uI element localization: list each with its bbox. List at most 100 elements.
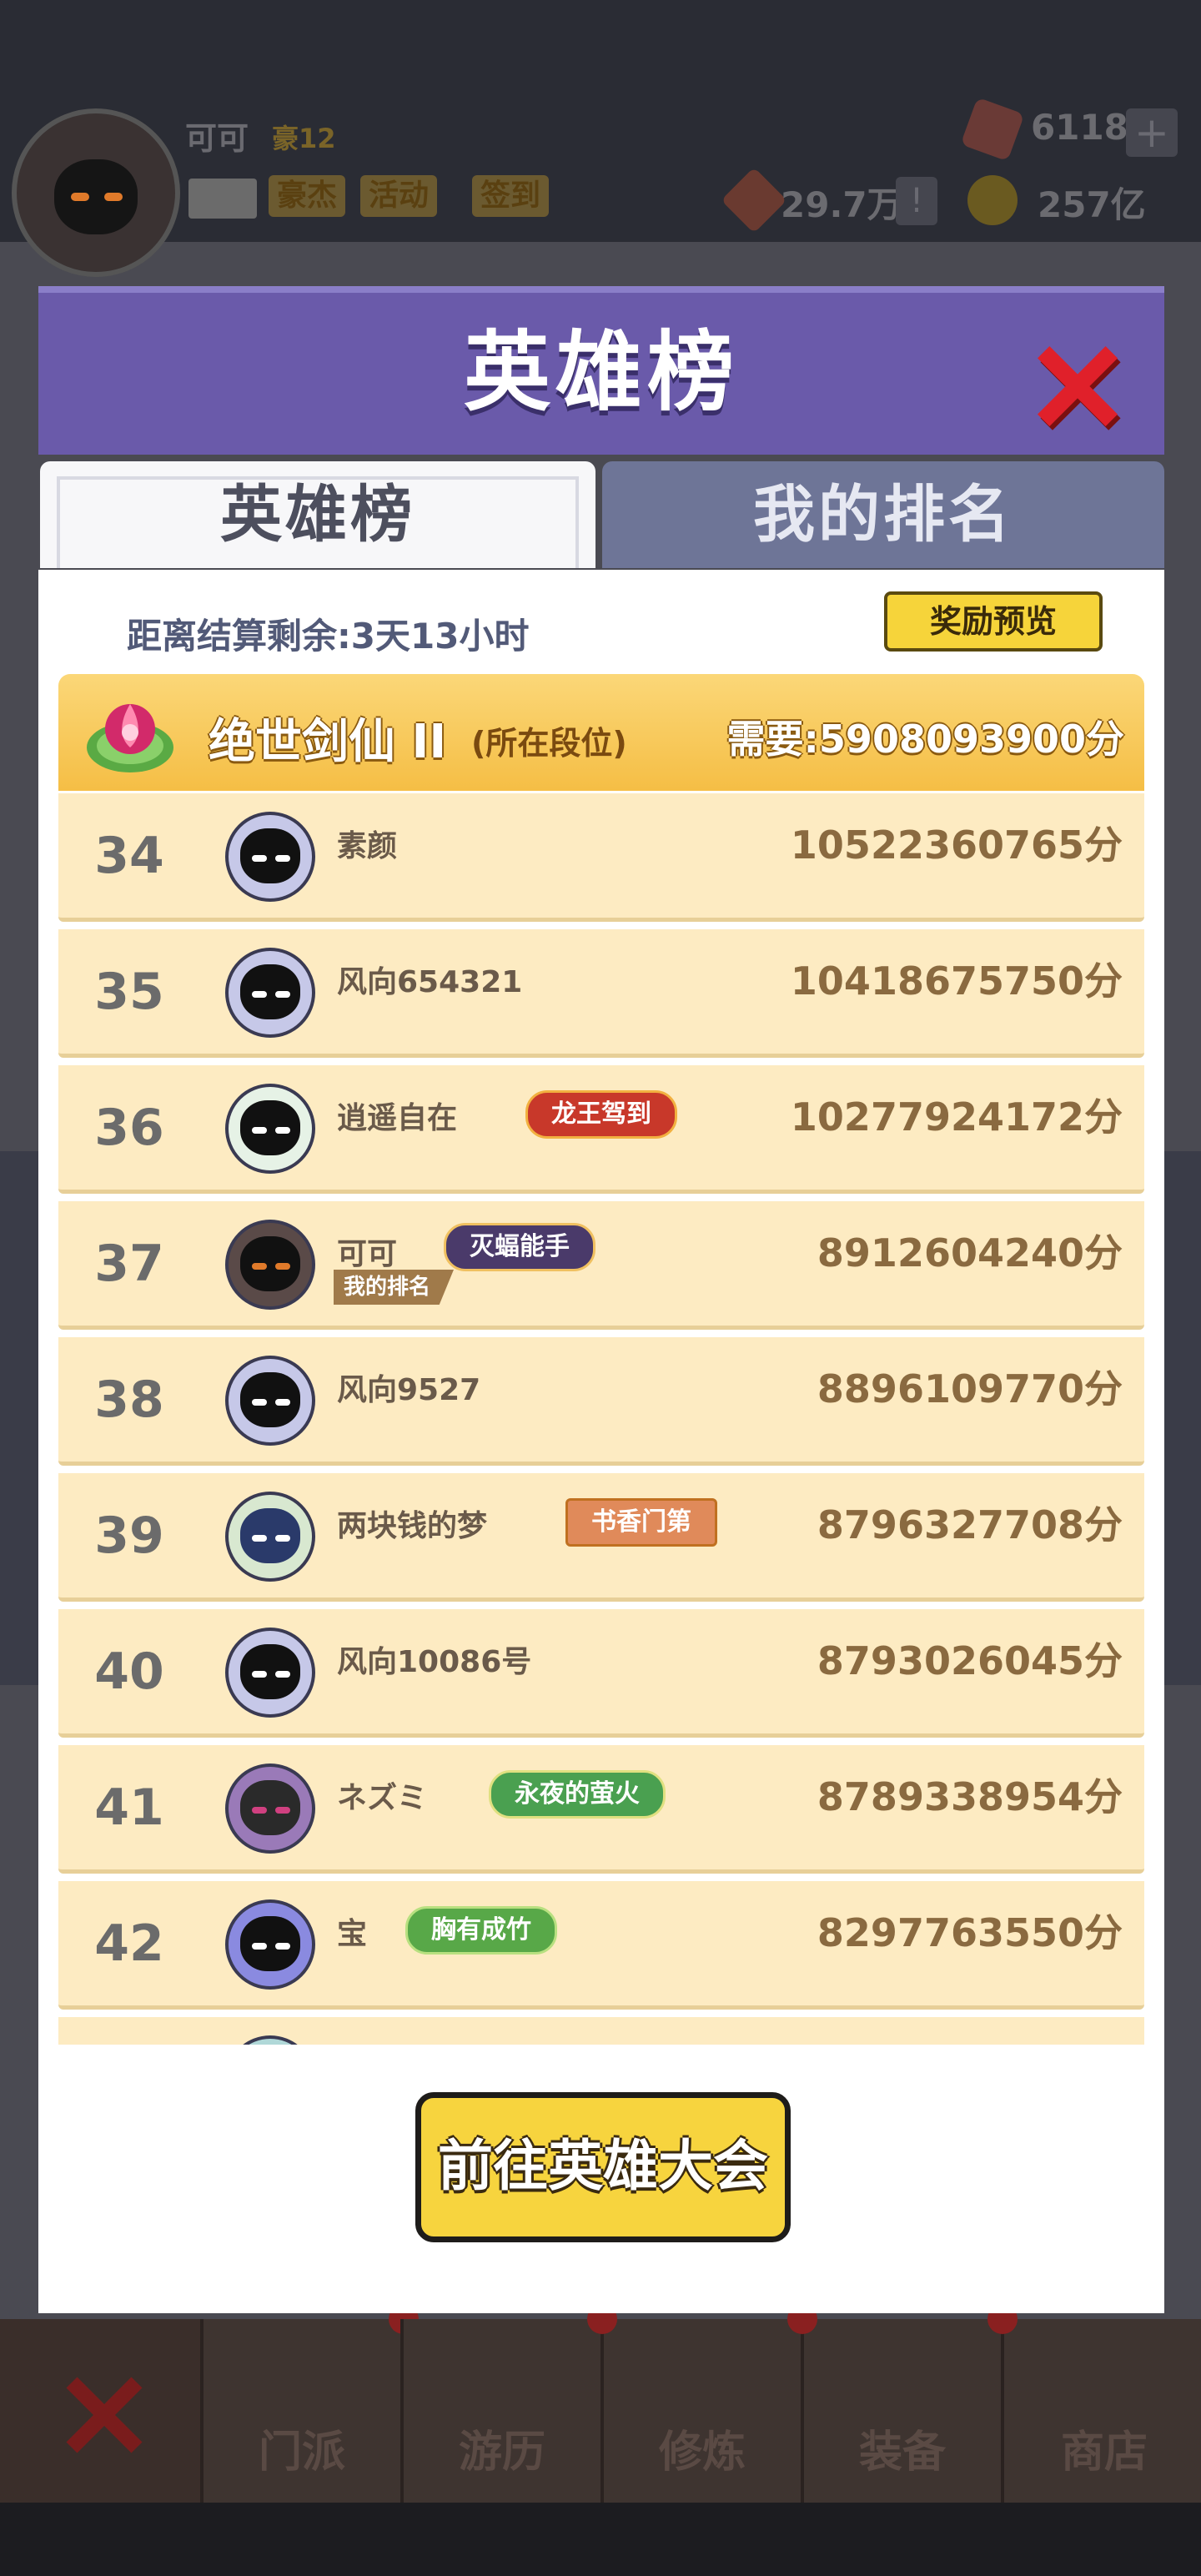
avatar-face-icon — [54, 159, 138, 234]
rank-number: 40 — [94, 1643, 164, 1701]
player-score: 10277924172分 — [790, 1094, 1123, 1140]
player-score: 10418675750分 — [790, 958, 1123, 1004]
player-name: 宝 — [337, 1917, 368, 1951]
player-rank: 豪12 — [272, 123, 336, 154]
side-panel-left — [0, 1151, 38, 1685]
activity-button[interactable]: 活动 — [360, 175, 438, 217]
power-value: 29.7万 — [781, 184, 902, 225]
nav-label: 商店 — [1060, 2428, 1148, 2478]
player-name: 风向654321 — [337, 965, 523, 999]
player-avatar[interactable] — [225, 1763, 315, 1854]
reward-preview-button[interactable]: 奖励预览 — [884, 591, 1103, 652]
player-avatar[interactable] — [225, 1492, 315, 1582]
tab-my-ranking[interactable]: 我的排名 — [602, 461, 1164, 568]
tier-header: 绝世剑仙 II (所在段位) 需要:5908093900分 — [58, 674, 1144, 791]
close-icon[interactable] — [1028, 336, 1128, 436]
rank-number: 42 — [94, 1914, 164, 1973]
nav-label: 修炼 — [658, 2428, 746, 2478]
nav-equip[interactable]: 装备 — [787, 2304, 1001, 2503]
player-score: 10522360765分 — [790, 823, 1123, 868]
player-name: 可可 — [337, 1237, 398, 1271]
gem-count: 6118 — [1031, 107, 1128, 148]
player-name: 风向10086号 — [337, 1645, 532, 1679]
nav-sect[interactable]: 门派 — [200, 2304, 419, 2503]
settlement-countdown: 距离结算剩余:3天13小时 — [127, 616, 530, 657]
title-badge: 灭蝠能手 — [444, 1223, 595, 1271]
ranking-list[interactable]: 34 素颜 10522360765分 35 风向654321 104186757… — [58, 793, 1144, 2045]
tier-name: 绝世剑仙 II — [209, 715, 447, 769]
coin-icon — [967, 175, 1018, 225]
player-avatar[interactable] — [225, 1220, 315, 1310]
rank-number: 36 — [94, 1099, 164, 1157]
ranking-row[interactable]: 42 宝 胸有成竹 8297763550分 — [58, 1881, 1144, 2010]
ranking-row[interactable]: 35 风向654321 10418675750分 — [58, 929, 1144, 1058]
modal-title: 英雄榜 — [463, 321, 739, 423]
add-gem-button[interactable]: + — [1126, 108, 1178, 157]
player-score: 8912604240分 — [817, 1230, 1123, 1275]
player-score: 8896109770分 — [817, 1366, 1123, 1411]
title-badge: 书香门第 — [565, 1498, 717, 1547]
nav-label: 门派 — [258, 2428, 345, 2478]
rank-number: 38 — [94, 1371, 164, 1429]
player-avatar[interactable] — [225, 812, 315, 902]
ranking-row[interactable]: 39 两块钱的梦 书香门第 8796327708分 — [58, 1473, 1144, 1602]
ranking-row[interactable]: 34 素颜 10522360765分 — [58, 793, 1144, 922]
player-name: ネズミ — [337, 1781, 428, 1815]
player-avatar[interactable] — [225, 1628, 315, 1718]
player-avatar[interactable] — [225, 1084, 315, 1174]
nav-travel[interactable]: 游历 — [400, 2319, 600, 2503]
power-info-button[interactable]: ! — [896, 177, 937, 225]
rank-number: 34 — [94, 827, 164, 885]
nav-label: 装备 — [858, 2428, 946, 2478]
rank-number: 37 — [94, 1235, 164, 1293]
player-avatar[interactable] — [12, 108, 180, 277]
tier-emblem-icon — [87, 704, 173, 772]
player-name: 两块钱的梦 — [337, 1509, 488, 1543]
player-avatar[interactable] — [225, 948, 315, 1038]
ranking-row-partial[interactable] — [58, 2017, 1144, 2045]
player-name: 可可 — [185, 120, 249, 157]
player-avatar[interactable] — [225, 1899, 315, 1990]
close-icon[interactable] — [50, 2361, 158, 2469]
my-rank-tag: 我的排名 — [334, 1270, 455, 1305]
ranking-row[interactable]: 41 ネズミ 永夜的萤火 8789338954分 — [58, 1745, 1144, 1874]
hero-ranking-modal: 英雄榜 英雄榜 我的排名 距离结算剩余:3天13小时 奖励预览 绝世剑仙 II … — [38, 286, 1164, 2313]
player-avatar[interactable] — [225, 1356, 315, 1446]
tab-hero-ranking[interactable]: 英雄榜 — [40, 461, 595, 568]
nav-train[interactable]: 修炼 — [587, 2304, 801, 2503]
avatar-eye-icon — [71, 193, 89, 201]
title-badge: 胸有成竹 — [405, 1906, 557, 1955]
tier-note: (所在段位) — [471, 725, 627, 762]
ranking-row-self[interactable]: 37 可可 灭蝠能手 我的排名 8912604240分 — [58, 1201, 1144, 1330]
player-name: 风向9527 — [337, 1373, 481, 1407]
nav-shop[interactable]: 商店 — [987, 2304, 1201, 2503]
tab-label: 我的排名 — [753, 479, 1013, 551]
rank-number: 41 — [94, 1779, 164, 1837]
player-score: 8789338954分 — [817, 1774, 1123, 1819]
ranking-row[interactable]: 38 风向9527 8896109770分 — [58, 1337, 1144, 1466]
rank-number: 35 — [94, 963, 164, 1021]
tier-requirement: 需要:5908093900分 — [726, 717, 1124, 762]
ranking-row[interactable]: 40 风向10086号 8793026045分 — [58, 1609, 1144, 1738]
coin-count: 257亿 — [1038, 184, 1146, 225]
player-avatar[interactable] — [225, 2035, 315, 2045]
player-name: 素颜 — [337, 829, 398, 863]
player-score: 8796327708分 — [817, 1502, 1123, 1547]
title-badge: 永夜的萤火 — [489, 1770, 666, 1819]
side-panel-right — [1164, 1151, 1201, 1685]
mail-icon[interactable] — [188, 179, 257, 219]
player-score: 8297763550分 — [817, 1910, 1123, 1955]
avatar-eye-icon — [104, 193, 123, 201]
ranking-row[interactable]: 36 逍遥自在 龙王驾到 10277924172分 — [58, 1065, 1144, 1194]
system-bar — [0, 2503, 1201, 2576]
hero-button[interactable]: 豪杰 — [269, 175, 346, 217]
tab-label: 英雄榜 — [220, 479, 415, 551]
go-hero-conference-button[interactable]: 前往英雄大会 — [415, 2092, 791, 2242]
checkin-button[interactable]: 签到 — [472, 175, 550, 217]
modal-title-bar: 英雄榜 — [38, 286, 1164, 455]
title-badge: 龙王驾到 — [525, 1090, 677, 1139]
player-score: 8793026045分 — [817, 1638, 1123, 1683]
player-name: 逍遥自在 — [337, 1101, 458, 1135]
nav-label: 游历 — [458, 2428, 545, 2478]
rank-number: 39 — [94, 1507, 164, 1565]
